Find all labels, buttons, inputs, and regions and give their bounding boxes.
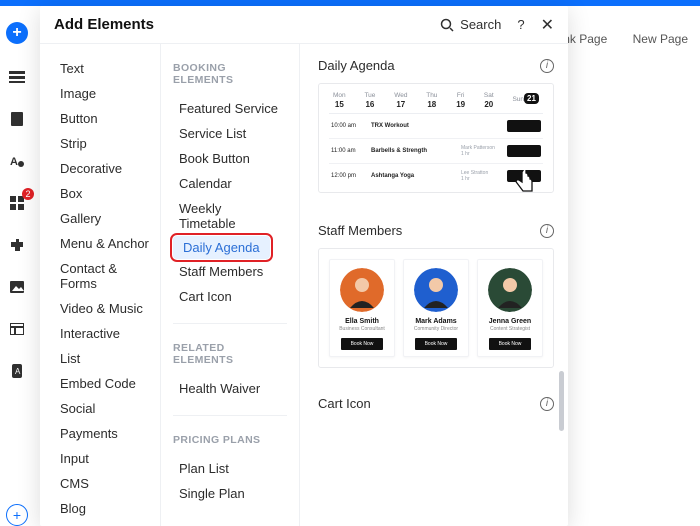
category-item[interactable]: CMS — [54, 471, 160, 496]
element-item[interactable]: Plan List — [173, 456, 287, 481]
agenda-day[interactable]: Mon15 — [333, 92, 346, 109]
section-title: Staff Members — [318, 223, 402, 238]
layout-icon[interactable] — [8, 320, 26, 338]
close-button[interactable]: ✕ — [541, 15, 554, 35]
element-item[interactable]: Daily Agenda — [173, 236, 270, 259]
staff-card[interactable]: Ella SmithBusiness Consultant Book Now — [329, 259, 395, 357]
svg-text:A: A — [15, 367, 21, 376]
book-button[interactable] — [507, 120, 541, 132]
cart-icon-section: Cart Icon i — [318, 396, 554, 425]
addons-icon[interactable] — [8, 236, 26, 254]
avatar — [340, 268, 384, 312]
book-now-button[interactable]: Book Now — [415, 338, 458, 350]
section-title: Cart Icon — [318, 396, 371, 411]
staff-name: Jenna Green — [489, 318, 531, 325]
preview-column: Daily Agenda i Mon15 Tue16 Wed17 Thu18 Fri19… — [300, 44, 568, 526]
group-header: PRICING PLANS — [173, 434, 287, 446]
category-item[interactable]: Box — [54, 181, 160, 206]
avatar — [488, 268, 532, 312]
element-item[interactable]: Health Waiver — [173, 376, 287, 401]
add-elements-panel: Add Elements Search ? ✕ TextImageButtonS… — [40, 6, 568, 526]
info-icon[interactable]: i — [540, 397, 554, 411]
staff-card[interactable]: Mark AdamsCommunity Director Book Now — [403, 259, 469, 357]
category-item[interactable]: Text — [54, 56, 160, 81]
section-title: Daily Agenda — [318, 58, 395, 73]
element-item[interactable]: Featured Service — [173, 96, 287, 121]
category-item[interactable]: Store — [54, 521, 160, 526]
pointer-hand-icon — [513, 170, 537, 196]
staff-role: Content Strategist — [490, 326, 530, 332]
agenda-day[interactable]: Tue16 — [364, 92, 375, 109]
agenda-day[interactable]: Thu18 — [426, 92, 437, 109]
left-icon-rail: + A 2 A — [0, 6, 34, 526]
staff-role: Business Consultant — [339, 326, 385, 332]
category-item[interactable]: Gallery — [54, 206, 160, 231]
book-now-button[interactable]: Book Now — [489, 338, 532, 350]
agenda-row: 10:00 amTRX Workout — [329, 114, 543, 139]
element-list-column: BOOKING ELEMENTS Featured ServiceService … — [160, 44, 300, 526]
agenda-day[interactable]: Sun21 — [512, 92, 538, 109]
search-icon — [440, 18, 454, 32]
category-item[interactable]: Interactive — [54, 321, 160, 346]
staff-members-preview[interactable]: Ella SmithBusiness ConsultantBook NowMar… — [318, 248, 554, 368]
element-item[interactable]: Calendar — [173, 171, 287, 196]
category-item[interactable]: Input — [54, 446, 160, 471]
category-item[interactable]: Strip — [54, 131, 160, 156]
preview-scrollbar[interactable] — [559, 371, 564, 431]
element-item[interactable]: Single Plan — [173, 481, 287, 506]
category-item[interactable]: Image — [54, 81, 160, 106]
staff-members-section: Staff Members i Ella SmithBusiness Consu… — [318, 223, 554, 368]
avatar — [414, 268, 458, 312]
info-icon[interactable]: i — [540, 224, 554, 238]
category-item[interactable]: List — [54, 346, 160, 371]
category-item[interactable]: Social — [54, 396, 160, 421]
element-item[interactable]: Cart Icon — [173, 284, 287, 309]
help-button[interactable]: ? — [517, 17, 524, 32]
pages-icon[interactable] — [8, 68, 26, 86]
category-item[interactable]: Video & Music — [54, 296, 160, 321]
category-item[interactable]: Button — [54, 106, 160, 131]
panel-title: Add Elements — [54, 16, 154, 33]
category-item[interactable]: Payments — [54, 421, 160, 446]
element-item[interactable]: Service List — [173, 121, 287, 146]
info-icon[interactable]: i — [540, 59, 554, 73]
staff-name: Ella Smith — [345, 318, 379, 325]
media-icon[interactable] — [8, 278, 26, 296]
page-icon[interactable] — [8, 110, 26, 128]
agenda-day[interactable]: Sat20 — [484, 92, 494, 109]
group-header: RELATED ELEMENTS — [173, 342, 287, 366]
element-item[interactable]: Book Button — [173, 146, 287, 171]
cms-icon[interactable]: A — [8, 362, 26, 380]
category-item[interactable]: Decorative — [54, 156, 160, 181]
category-item[interactable]: Embed Code — [54, 371, 160, 396]
agenda-day[interactable]: Fri19 — [456, 92, 465, 109]
agenda-day[interactable]: Wed17 — [394, 92, 407, 109]
design-icon[interactable]: A — [8, 152, 26, 170]
staff-name: Mark Adams — [415, 318, 456, 325]
book-now-button[interactable]: Book Now — [341, 338, 384, 350]
element-item[interactable]: Weekly Timetable — [173, 196, 287, 236]
bottom-add-icon[interactable]: + — [6, 504, 28, 526]
daily-agenda-preview[interactable]: Mon15 Tue16 Wed17 Thu18 Fri19 Sat20 Sun21 10:0… — [318, 83, 554, 193]
daily-agenda-section: Daily Agenda i Mon15 Tue16 Wed17 Thu18 Fri19… — [318, 58, 554, 193]
category-item[interactable]: Contact & Forms — [54, 256, 160, 296]
group-header: BOOKING ELEMENTS — [173, 62, 287, 86]
apps-badge: 2 — [22, 188, 34, 200]
agenda-row: 12:00 pmAshtanga YogaLee Stratton1 hr — [329, 164, 543, 188]
search-button[interactable]: Search — [440, 17, 501, 32]
category-item[interactable]: Menu & Anchor — [54, 231, 160, 256]
apps-icon[interactable]: 2 — [8, 194, 26, 212]
category-column: TextImageButtonStripDecorativeBoxGallery… — [40, 44, 160, 526]
category-item[interactable]: Blog — [54, 496, 160, 521]
add-element-button[interactable]: + — [6, 22, 28, 44]
agenda-row: 11:00 amBarbells & StrengthMark Patterso… — [329, 139, 543, 164]
element-item[interactable]: Staff Members — [173, 259, 287, 284]
svg-text:A: A — [10, 156, 18, 168]
book-button[interactable] — [507, 145, 541, 157]
staff-card[interactable]: Jenna GreenContent Strategist Book Now — [477, 259, 543, 357]
staff-role: Community Director — [414, 326, 458, 332]
